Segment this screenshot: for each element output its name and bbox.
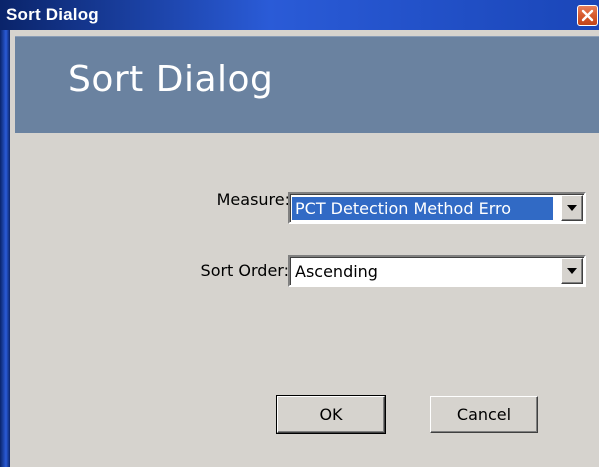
title-bar[interactable]: Sort Dialog	[0, 0, 599, 30]
dialog-body: Sort Dialog Measure: PCT Detection Metho…	[10, 30, 599, 467]
sort-order-selected-value: Ascending	[295, 262, 378, 281]
header-banner: Sort Dialog	[15, 36, 599, 133]
measure-selected-value: PCT Detection Method Erro	[292, 197, 553, 220]
dialog-heading: Sort Dialog	[68, 59, 274, 100]
sort-order-label: Sort Order:	[200, 261, 289, 280]
measure-label: Measure:	[216, 190, 290, 209]
measure-select[interactable]: PCT Detection Method Erro	[288, 192, 586, 224]
close-icon	[581, 9, 594, 22]
window-left-border	[0, 30, 10, 467]
window-title: Sort Dialog	[6, 5, 99, 24]
chevron-down-icon	[567, 205, 577, 211]
measure-dropdown-button[interactable]	[561, 195, 583, 221]
cancel-button[interactable]: Cancel	[430, 396, 538, 433]
sort-dialog-window: Sort Dialog Sort Dialog Measure: PCT Det…	[0, 0, 599, 467]
sort-order-dropdown-button[interactable]	[561, 258, 583, 284]
sort-order-select[interactable]: Ascending	[288, 255, 586, 287]
ok-button[interactable]: OK	[276, 395, 386, 434]
chevron-down-icon	[567, 268, 577, 274]
close-button[interactable]	[577, 5, 598, 26]
